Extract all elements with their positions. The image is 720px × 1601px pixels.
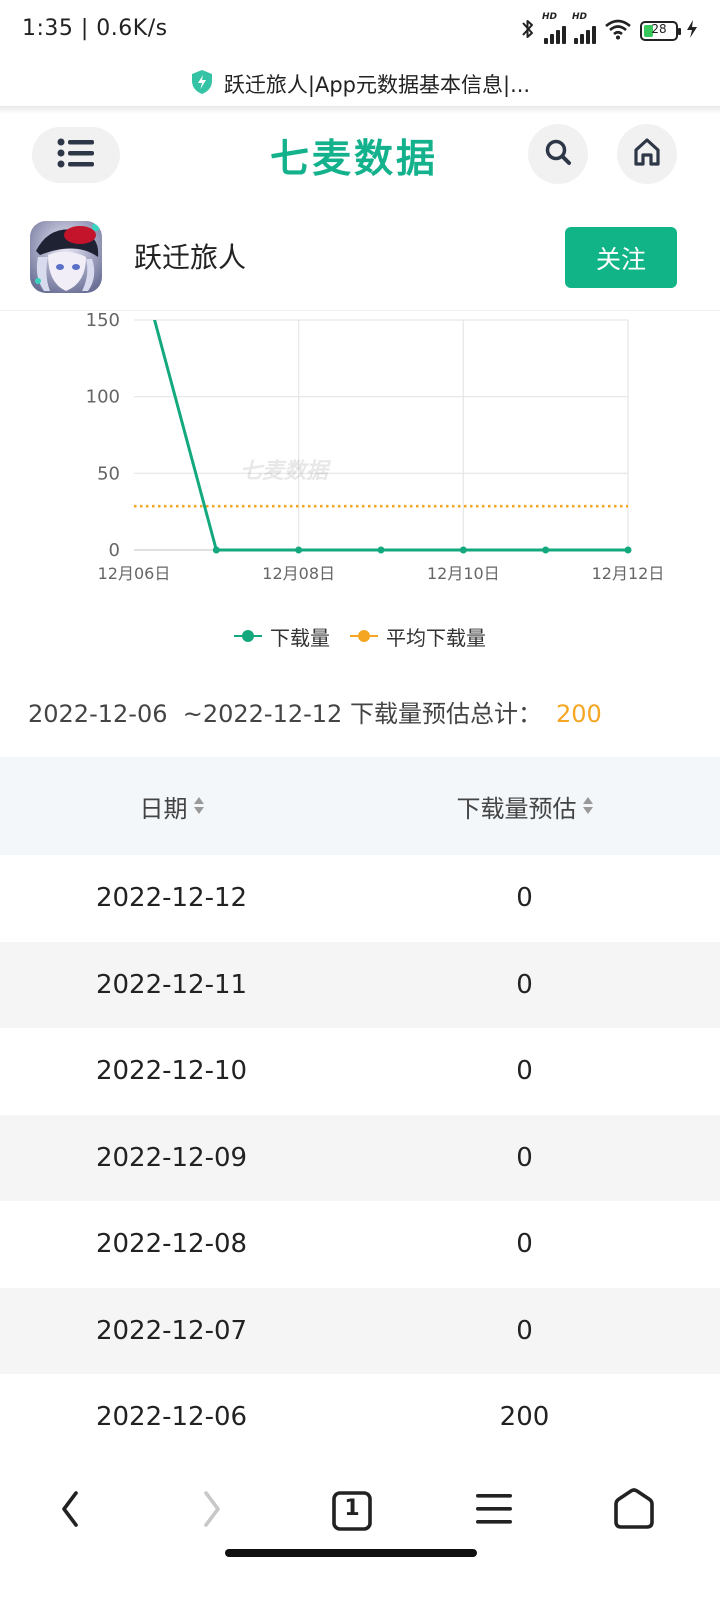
value-cell: 0 — [516, 1229, 533, 1260]
charging-icon — [686, 19, 698, 43]
column-header-downloads[interactable]: 下载量预估 — [343, 757, 706, 855]
battery-icon: 28 — [640, 21, 681, 41]
date-cell: 2022-12-08 — [95, 1229, 248, 1260]
forward-icon — [200, 1489, 224, 1533]
menu-button[interactable] — [32, 127, 120, 183]
battery-level: 28 — [651, 22, 667, 36]
legend-label: 下载量 — [270, 625, 330, 650]
follow-button[interactable]: 关注 — [565, 227, 677, 288]
table-row: 2022-12-09 0 — [0, 1114, 720, 1201]
search-button[interactable] — [528, 124, 588, 184]
table-row: 2022-12-10 0 — [0, 1028, 720, 1115]
table-row: 2022-12-08 0 — [0, 1201, 720, 1288]
legend-item-download[interactable]: 下载量 — [234, 622, 330, 651]
bluetooth-icon — [520, 17, 536, 45]
hd-signal-icon: HD — [542, 12, 566, 44]
y-tick-label: 50 — [97, 463, 120, 484]
value-cell: 0 — [516, 969, 533, 1000]
summary-total: 200 — [555, 700, 602, 728]
hd-signal-icon: HD — [572, 12, 596, 44]
sort-icon — [193, 796, 204, 816]
tabs-icon: 1 — [332, 1491, 372, 1531]
x-tick-label: 12月06日 — [98, 564, 171, 583]
data-point — [542, 546, 550, 554]
value-cell: 200 — [499, 1402, 550, 1433]
home-icon — [632, 137, 662, 171]
shield-icon — [190, 69, 214, 99]
table-row: 2022-12-07 0 — [0, 1287, 720, 1374]
data-point — [624, 546, 632, 554]
menu-icon — [475, 1492, 513, 1530]
page-title: 跃迁旅人|App元数据基本信息|... — [223, 73, 531, 97]
series-group — [134, 320, 628, 552]
chart-watermark: 七麦数据 — [240, 459, 332, 484]
y-tick-label: 0 — [109, 540, 120, 561]
legend-label: 平均下载量 — [386, 625, 486, 650]
chart-legend: 下载量 平均下载量 — [0, 620, 720, 652]
app-icon — [30, 221, 102, 293]
date-cell: 2022-12-09 — [95, 1142, 248, 1173]
date-cell: 2022-12-06 — [95, 1402, 248, 1433]
home-icon — [612, 1488, 656, 1534]
tabs-button[interactable]: 1 — [312, 1471, 392, 1551]
wifi-icon — [604, 18, 632, 44]
tab-count: 1 — [344, 1496, 360, 1521]
divider — [0, 106, 720, 114]
table-header: 日期 下载量预估 — [0, 757, 720, 855]
value-cell: 0 — [516, 883, 533, 914]
summary-range: 2022-12-06 ~2022-12-12 下载量预估总计： — [28, 700, 542, 728]
column-label: 日期 — [139, 794, 188, 823]
home-button[interactable] — [617, 124, 677, 184]
back-icon — [58, 1489, 82, 1533]
legend-item-average[interactable]: 平均下载量 — [350, 622, 486, 651]
address-bar[interactable]: 跃迁旅人|App元数据基本信息|... — [0, 62, 720, 106]
logo-text: 七麦数据 — [270, 137, 439, 182]
x-tick-label: 12月08日 — [262, 564, 335, 583]
y-tick-label: 100 — [86, 387, 120, 408]
data-point — [459, 546, 467, 554]
data-point — [377, 546, 385, 554]
data-point — [212, 546, 220, 554]
browser-menu-button[interactable] — [454, 1471, 534, 1551]
back-button[interactable] — [30, 1471, 110, 1551]
table-row: 2022-12-12 0 — [0, 855, 720, 942]
value-cell: 0 — [516, 1142, 533, 1173]
table-row: 2022-12-06 200 — [0, 1374, 720, 1461]
forward-button[interactable] — [172, 1471, 252, 1551]
browser-bottom-nav: 1 — [0, 1451, 720, 1601]
status-bar: 1:35 | 0.6K/s HD HD 28 — [0, 0, 720, 62]
x-tick-label: 12月10日 — [427, 564, 500, 583]
search-icon — [544, 138, 572, 170]
table-row: 2022-12-11 0 — [0, 941, 720, 1028]
download-chart: 七麦数据 0 50 100 150 12月06日 12月08日 12月10日 12月12日 — [0, 310, 720, 601]
column-header-date[interactable]: 日期 — [0, 757, 343, 855]
gesture-bar[interactable] — [225, 1549, 477, 1557]
x-tick-label: 12月12日 — [592, 564, 665, 583]
value-cell: 0 — [516, 1315, 533, 1346]
site-logo[interactable]: 七麦数据 — [270, 128, 460, 184]
date-cell: 2022-12-12 — [95, 883, 248, 914]
date-cell: 2022-12-10 — [95, 1056, 248, 1087]
table-body: 2022-12-12 0 2022-12-11 0 2022-12-10 0 2022… — [0, 855, 720, 1461]
status-time: 1:35 | 0.6K/s — [22, 16, 168, 41]
status-icons: HD HD 28 — [520, 12, 698, 48]
data-point — [295, 546, 303, 554]
chart-canvas: 七麦数据 0 50 100 150 12月06日 12月08日 12月10日 12月12日 — [86, 310, 665, 583]
column-label: 下载量预估 — [456, 794, 577, 823]
date-cell: 2022-12-11 — [95, 969, 248, 1000]
value-cell: 0 — [516, 1056, 533, 1087]
home-nav-button[interactable] — [594, 1471, 674, 1551]
sort-icon — [582, 796, 593, 816]
series-line-download — [153, 320, 628, 552]
y-tick-label: 150 — [86, 311, 120, 331]
download-summary: 2022-12-06 ~2022-12-12 下载量预估总计： 200 — [28, 694, 602, 729]
menu-icon — [57, 138, 95, 172]
date-cell: 2022-12-07 — [95, 1315, 248, 1346]
app-name: 跃迁旅人 — [134, 241, 247, 274]
